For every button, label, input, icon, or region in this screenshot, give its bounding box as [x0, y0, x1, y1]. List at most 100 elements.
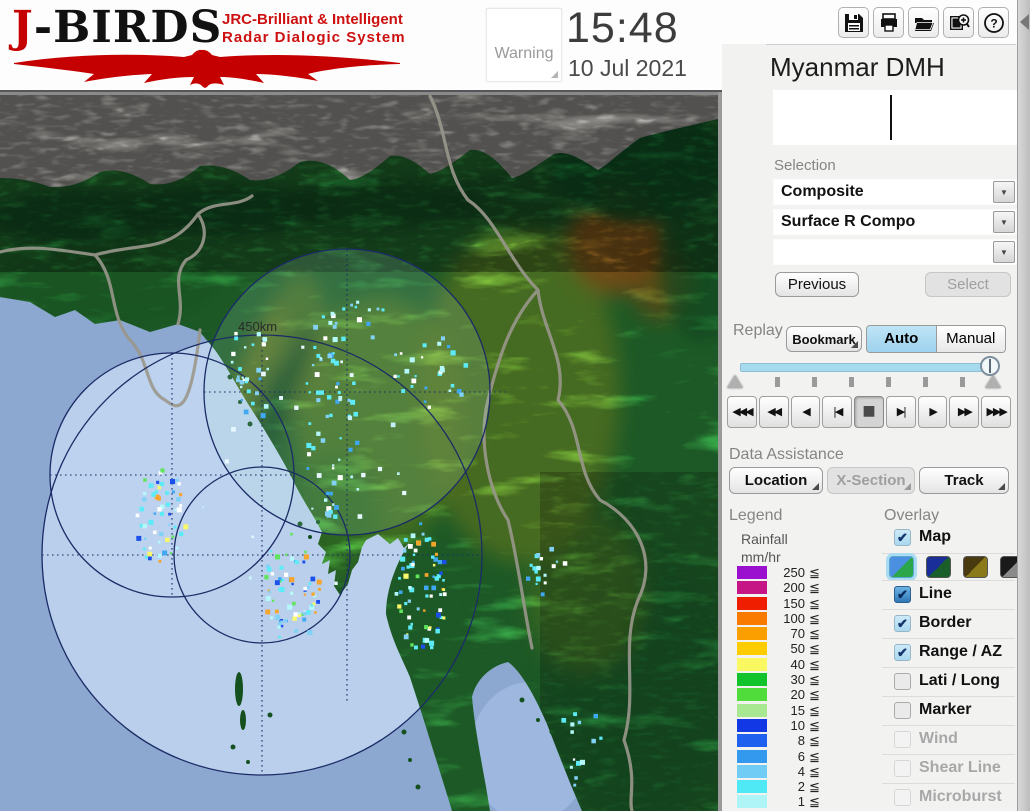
legend-value: 50 — [790, 641, 805, 657]
chevron-down-icon[interactable]: ▼ — [993, 241, 1015, 263]
save-button[interactable] — [838, 7, 869, 38]
panel-toolbar: ? — [722, 0, 1017, 44]
menu-corner-icon — [851, 341, 858, 348]
overlay-item-label: Range / AZ — [919, 643, 1002, 660]
chevron-down-icon[interactable]: ▼ — [993, 181, 1015, 203]
fast-forward-button[interactable]: ▶▶ — [949, 396, 980, 428]
wind-checkbox — [894, 731, 911, 748]
slider-right-end-marker[interactable] — [985, 375, 1001, 388]
help-button[interactable]: ? — [978, 7, 1009, 38]
warning-label: Warning — [494, 45, 554, 62]
chevron-down-icon[interactable]: ▼ — [993, 211, 1015, 233]
open-button[interactable] — [908, 7, 939, 38]
location-button[interactable]: Location — [729, 467, 823, 494]
overlay-row-lati-long: Lati / Long — [882, 667, 1015, 696]
dropdown-product[interactable]: Surface R Compo ▼ — [773, 209, 1017, 235]
button-label: Track — [944, 472, 984, 489]
overlay-item-label: Marker — [919, 701, 972, 718]
legend-color-swatch — [737, 734, 767, 748]
overlay-item-label: Line — [919, 585, 952, 602]
legend-row: 50 ≦ — [737, 641, 857, 656]
dropdown-extra[interactable]: ▼ — [773, 239, 1017, 265]
legend-row: 10 ≦ — [737, 718, 857, 733]
legend-row: 200 ≦ — [737, 580, 857, 595]
play-button[interactable]: ▶ — [917, 396, 948, 428]
legend-value: 100 — [783, 610, 805, 626]
bookmark-button[interactable]: Bookmark — [786, 326, 862, 352]
legend-row: 30 ≦ — [737, 672, 857, 687]
replay-label: Replay — [733, 322, 783, 339]
rewind-button[interactable]: ◀◀ — [758, 396, 789, 428]
overlay-row-marker: Marker — [882, 696, 1015, 725]
legend-value: 30 — [790, 672, 805, 688]
stop-button[interactable]: ■ — [854, 396, 884, 428]
fast-rewind-button[interactable]: ◀◀◀ — [727, 396, 757, 428]
overlay-item-label: Wind — [919, 730, 958, 747]
overlay-item-label: Map — [919, 528, 951, 545]
border-checkbox[interactable]: ✔ — [894, 615, 911, 632]
jbirds-app: J-BIRDS JRC-Brilliant & Intelligent Rada… — [0, 0, 1030, 811]
legend-value: 15 — [790, 702, 805, 718]
overlay-row-border: ✔ Border — [882, 609, 1015, 638]
map-style-dark-swatch[interactable] — [926, 556, 951, 578]
replay-slider-handle[interactable] — [980, 356, 1000, 376]
print-button[interactable] — [873, 7, 904, 38]
replay-slider-track[interactable] — [740, 363, 998, 372]
logo-title: J-BIRDS — [12, 2, 222, 53]
reverse-play-button[interactable]: ◀ — [790, 396, 821, 428]
slider-tick — [886, 377, 891, 387]
legend-suffix: ≦ — [809, 626, 820, 642]
dropdown-composite-value: Composite — [781, 183, 864, 200]
legend-suffix: ≦ — [809, 763, 820, 779]
selection-label: Selection — [774, 157, 836, 174]
previous-button[interactable]: Previous — [775, 272, 859, 297]
capture-button[interactable] — [943, 7, 974, 38]
legend-suffix: ≦ — [809, 656, 820, 672]
legend-value: 20 — [790, 687, 805, 703]
panel-separator — [766, 44, 1016, 45]
select-button: Select — [925, 272, 1011, 297]
panel-edge-strip[interactable] — [1017, 0, 1030, 811]
legend-row: 6 ≦ — [737, 749, 857, 764]
legend-row: 2 ≦ — [737, 779, 857, 794]
map-style-swatches — [882, 553, 1025, 580]
legend-color-swatch — [737, 764, 767, 778]
range-ring-label: 450km — [238, 319, 277, 334]
logo-title-j: J — [12, 2, 34, 53]
overlay-row-line: ✔ Line — [882, 580, 1015, 609]
button-label: Location — [744, 472, 808, 489]
collapse-panel-icon[interactable] — [1020, 14, 1029, 30]
legend-color-swatch — [737, 795, 767, 809]
step-forward-button[interactable]: ▶| — [885, 396, 916, 428]
legend-label: Legend — [729, 507, 783, 524]
marker-checkbox[interactable] — [894, 702, 911, 719]
radar-map[interactable]: 450km — [0, 90, 722, 811]
dropdown-composite[interactable]: Composite ▼ — [773, 179, 1017, 205]
menu-corner-icon — [812, 483, 819, 490]
range-az-checkbox[interactable]: ✔ — [894, 644, 911, 661]
auto-button[interactable]: Auto — [867, 326, 937, 352]
warning-panel[interactable]: Warning — [486, 8, 562, 82]
slider-tick — [923, 377, 928, 387]
overlay-label: Overlay — [884, 507, 940, 524]
map-style-olive-swatch[interactable] — [963, 556, 988, 578]
manual-button[interactable]: Manual — [936, 326, 1005, 352]
status-display-box[interactable] — [773, 90, 1017, 145]
legend-suffix: ≦ — [809, 610, 820, 626]
slider-left-end-marker[interactable] — [727, 375, 743, 388]
legend-row: 1 ≦ — [737, 794, 857, 809]
slider-tick — [812, 377, 817, 387]
legend-value: 6 — [797, 748, 805, 764]
lati-long-checkbox[interactable] — [894, 673, 911, 690]
map-style-terrain-swatch[interactable] — [889, 556, 914, 578]
fastest-forward-button[interactable]: ▶▶▶ — [981, 396, 1012, 428]
legend-suffix: ≦ — [809, 779, 820, 795]
legend-color-swatch — [737, 688, 767, 702]
svg-text:?: ? — [990, 17, 997, 31]
step-back-button[interactable]: |◀ — [822, 396, 853, 428]
map-checkbox[interactable]: ✔ — [894, 529, 911, 546]
track-button[interactable]: Track — [919, 467, 1009, 494]
legend-suffix: ≦ — [809, 595, 820, 611]
map-frame-top — [0, 92, 722, 95]
line-checkbox[interactable]: ✔ — [894, 586, 911, 603]
